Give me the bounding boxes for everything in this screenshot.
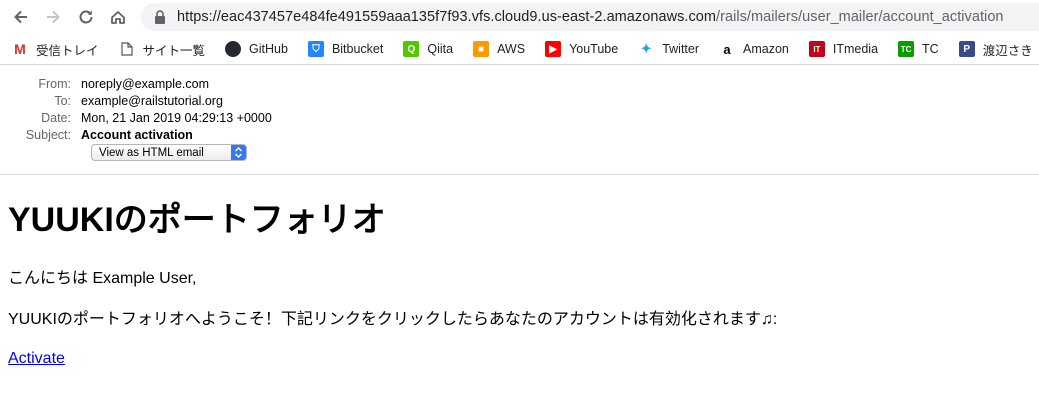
reload-icon bbox=[79, 10, 93, 24]
email-heading: YUUKIのポートフォリオ bbox=[8, 201, 386, 239]
to-row: To: example@railstutorial.org bbox=[0, 92, 223, 109]
message-text: YUUKIのポートフォリオへようこそ！下記リンクをクリックしたらあなたのアカウン… bbox=[8, 311, 778, 328]
url-text: https://eac437457e484fe491559aaa135f7f93… bbox=[177, 9, 1004, 25]
twitter-icon: ✦ bbox=[640, 41, 652, 56]
bookmark-label: ITmedia bbox=[832, 42, 879, 56]
email-format-select[interactable]: View as HTML email bbox=[91, 144, 247, 161]
url-host: https://eac437457e484fe491559aaa135f7f93… bbox=[177, 9, 717, 25]
p-icon: P bbox=[958, 41, 975, 57]
amazon-icon: a bbox=[719, 41, 736, 57]
bookmark-label: 受信トレイ bbox=[36, 43, 99, 58]
browser-toolbar: https://eac437457e484fe491559aaa135f7f93… bbox=[0, 0, 1039, 34]
activate-link[interactable]: Activate bbox=[8, 350, 65, 367]
bookmark-label: AWS bbox=[497, 42, 526, 56]
forward-button[interactable] bbox=[41, 5, 65, 29]
bookmark-2[interactable]: GitHub bbox=[225, 41, 288, 57]
from-value: noreply@example.com bbox=[81, 76, 210, 91]
bookmark-4[interactable]: Q Qiita bbox=[403, 41, 453, 57]
to-label: To: bbox=[54, 93, 71, 108]
bookmark-8[interactable]: a Amazon bbox=[719, 41, 789, 57]
bookmark-label: サイト一覧 bbox=[142, 43, 206, 58]
github-icon bbox=[225, 41, 242, 57]
bookmarks-bar: M 受信トレイ サイト一覧 GitHub ⛉ Bitbucket Q Qiita ■ AWS ▶ Yo… bbox=[0, 34, 1039, 65]
select-arrows-icon bbox=[231, 145, 246, 160]
bookmark-label: YouTube bbox=[569, 42, 619, 56]
mail-header: From: noreply@example.com To: example@ra… bbox=[0, 65, 1039, 175]
techcrunch-icon: TC bbox=[898, 41, 915, 57]
email-format-selected: View as HTML email bbox=[99, 146, 204, 159]
itmedia-icon: IT bbox=[808, 41, 825, 57]
url-path: /rails/mailers/user_mailer/account_activ… bbox=[716, 9, 1004, 25]
from-row: From: noreply@example.com bbox=[0, 75, 209, 92]
bookmark-label: Twitter bbox=[662, 42, 700, 56]
home-icon bbox=[111, 11, 125, 24]
bookmark-label: Amazon bbox=[743, 42, 789, 56]
subject-label: Subject: bbox=[25, 127, 71, 142]
to-value: example@railstutorial.org bbox=[81, 93, 223, 108]
bitbucket-icon: ⛉ bbox=[307, 41, 324, 57]
page-icon bbox=[118, 41, 135, 57]
back-button[interactable] bbox=[9, 5, 33, 29]
bookmark-6[interactable]: ▶ YouTube bbox=[545, 41, 618, 57]
date-value: Mon, 21 Jan 2019 04:29:13 +0000 bbox=[81, 110, 272, 125]
bookmark-11[interactable]: P 渡辺さき bbox=[958, 40, 1033, 59]
address-bar[interactable]: https://eac437457e484fe491559aaa135f7f93… bbox=[141, 3, 1039, 31]
back-arrow-icon bbox=[14, 10, 27, 24]
youtube-icon: ▶ bbox=[545, 41, 562, 57]
subject-row: Subject: Account activation bbox=[0, 126, 193, 143]
bookmark-label: TC bbox=[922, 42, 939, 56]
bookmark-label: Qiita bbox=[427, 42, 454, 56]
bookmark-9[interactable]: IT ITmedia bbox=[808, 41, 879, 57]
bookmark-label: 渡辺さき bbox=[982, 43, 1033, 58]
qiita-icon: Q bbox=[403, 41, 420, 57]
lock-icon bbox=[153, 9, 167, 25]
bookmark-10[interactable]: TC TC bbox=[898, 41, 939, 57]
from-label: From: bbox=[38, 76, 71, 91]
bookmark-label: Bitbucket bbox=[331, 42, 384, 56]
bookmark-1[interactable]: サイト一覧 bbox=[118, 40, 206, 59]
greeting-text: こんにちは Example User, bbox=[8, 270, 197, 287]
forward-arrow-icon bbox=[47, 10, 60, 24]
home-button[interactable] bbox=[106, 5, 130, 29]
bookmark-0[interactable]: M 受信トレイ bbox=[12, 40, 99, 59]
reload-button[interactable] bbox=[74, 5, 98, 29]
bookmark-label: GitHub bbox=[249, 42, 288, 56]
bookmark-7[interactable]: ✦ Twitter bbox=[638, 41, 699, 57]
bookmark-3[interactable]: ⛉ Bitbucket bbox=[307, 41, 384, 57]
gmail-icon: M bbox=[14, 41, 26, 57]
subject-value: Account activation bbox=[81, 127, 193, 142]
date-label: Date: bbox=[41, 110, 71, 125]
aws-icon: ■ bbox=[473, 41, 490, 57]
date-row: Date: Mon, 21 Jan 2019 04:29:13 +0000 bbox=[0, 109, 272, 126]
bookmark-5[interactable]: ■ AWS bbox=[473, 41, 525, 57]
